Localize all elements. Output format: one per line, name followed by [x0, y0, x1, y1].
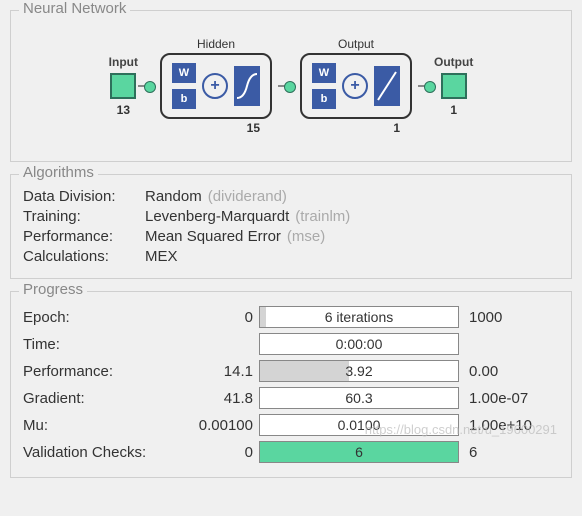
nntraintool-window: Neural Network Input 13 Hidden 15 W b	[0, 0, 582, 516]
alg-label: Training:	[23, 208, 145, 225]
nn-input-label: Input	[109, 55, 138, 69]
group-neural-network: Neural Network Input 13 Hidden 15 W b	[10, 10, 572, 162]
progress-label: Performance:	[23, 363, 173, 380]
group-title-nn: Neural Network	[19, 0, 130, 17]
nn-output-count: 1	[450, 103, 457, 117]
sum-icon: +	[342, 73, 368, 99]
progress-row: Epoch:06 iterations1000	[23, 305, 559, 329]
nn-hidden-layer: Hidden 15 W b +	[160, 53, 272, 119]
alg-value: Mean Squared Error	[145, 228, 281, 245]
progress-end: 1000	[459, 309, 502, 326]
sum-icon: +	[202, 73, 228, 99]
progress-start: 0	[173, 309, 259, 326]
nn-output-label: Output	[434, 55, 473, 69]
alg-value: MEX	[145, 248, 178, 265]
group-title-prog: Progress	[19, 281, 87, 298]
progress-label: Gradient:	[23, 390, 173, 407]
progress-label: Epoch:	[23, 309, 173, 326]
nn-input-block	[110, 73, 136, 99]
progress-label: Mu:	[23, 417, 173, 434]
alg-label: Calculations:	[23, 248, 145, 265]
purelin-icon	[374, 66, 400, 106]
alg-note: (dividerand)	[208, 188, 287, 205]
progress-label: Time:	[23, 336, 173, 353]
alg-row: Data Division:Random (dividerand)	[23, 188, 559, 205]
progress-bar: 60.3	[259, 387, 459, 409]
alg-row: Training:Levenberg-Marquardt (trainlm)	[23, 208, 559, 225]
alg-note: (mse)	[287, 228, 325, 245]
progress-start: 0	[173, 444, 259, 461]
conn-arrow	[278, 85, 294, 87]
progress-bar: 6	[259, 441, 459, 463]
nn-outputlayer-count: 1	[393, 121, 400, 135]
conn-arrow	[138, 85, 154, 87]
group-title-alg: Algorithms	[19, 164, 98, 181]
progress-row: Gradient:41.860.31.00e-07	[23, 386, 559, 410]
nn-hidden-label: Hidden	[162, 37, 270, 51]
output-w-icon: W	[312, 63, 336, 83]
alg-value: Levenberg-Marquardt	[145, 208, 289, 225]
progress-row: Validation Checks:066	[23, 440, 559, 464]
nn-hidden-count: 15	[247, 121, 260, 135]
tansig-icon	[234, 66, 260, 106]
output-b-icon: b	[312, 89, 336, 109]
nn-output-layer: Output 1 W b +	[300, 53, 412, 119]
progress-end: 0.00	[459, 363, 498, 380]
alg-value: Random	[145, 188, 202, 205]
progress-bar-text: 60.3	[260, 388, 458, 408]
progress-bar: 6 iterations	[259, 306, 459, 328]
hidden-b-icon: b	[172, 89, 196, 109]
group-progress: Progress Epoch:06 iterations1000Time:0:0…	[10, 291, 572, 478]
progress-end: 1.00e-07	[459, 390, 528, 407]
nn-diagram: Input 13 Hidden 15 W b +	[23, 21, 559, 151]
hidden-w-icon: W	[172, 63, 196, 83]
progress-bar: 3.92	[259, 360, 459, 382]
alg-label: Performance:	[23, 228, 145, 245]
watermark-text: https://blog.csdn.net/u_19600291	[365, 422, 557, 437]
alg-row: Calculations:MEX	[23, 248, 559, 265]
progress-bar-text: 6 iterations	[260, 307, 458, 327]
progress-bar: 0:00:00	[259, 333, 459, 355]
alg-note: (trainlm)	[295, 208, 350, 225]
progress-label: Validation Checks:	[23, 444, 173, 461]
nn-output-block	[441, 73, 467, 99]
nn-input: Input 13	[109, 55, 138, 117]
progress-bar-text: 3.92	[260, 361, 458, 381]
nn-outputlayer-label: Output	[302, 37, 410, 51]
alg-row: Performance:Mean Squared Error (mse)	[23, 228, 559, 245]
nn-output: Output 1	[434, 55, 473, 117]
progress-end: 6	[459, 444, 477, 461]
nn-input-count: 13	[117, 103, 130, 117]
alg-label: Data Division:	[23, 188, 145, 205]
progress-row: Time: 0:00:00	[23, 332, 559, 356]
group-algorithms: Algorithms Data Division:Random(dividera…	[10, 174, 572, 279]
progress-bar-text: 6	[260, 442, 458, 462]
progress-bar-text: 0:00:00	[260, 334, 458, 354]
conn-arrow	[418, 85, 434, 87]
progress-start: 14.1	[173, 363, 259, 380]
progress-start: 0.00100	[173, 417, 259, 434]
progress-start: 41.8	[173, 390, 259, 407]
progress-row: Performance:14.13.920.00	[23, 359, 559, 383]
